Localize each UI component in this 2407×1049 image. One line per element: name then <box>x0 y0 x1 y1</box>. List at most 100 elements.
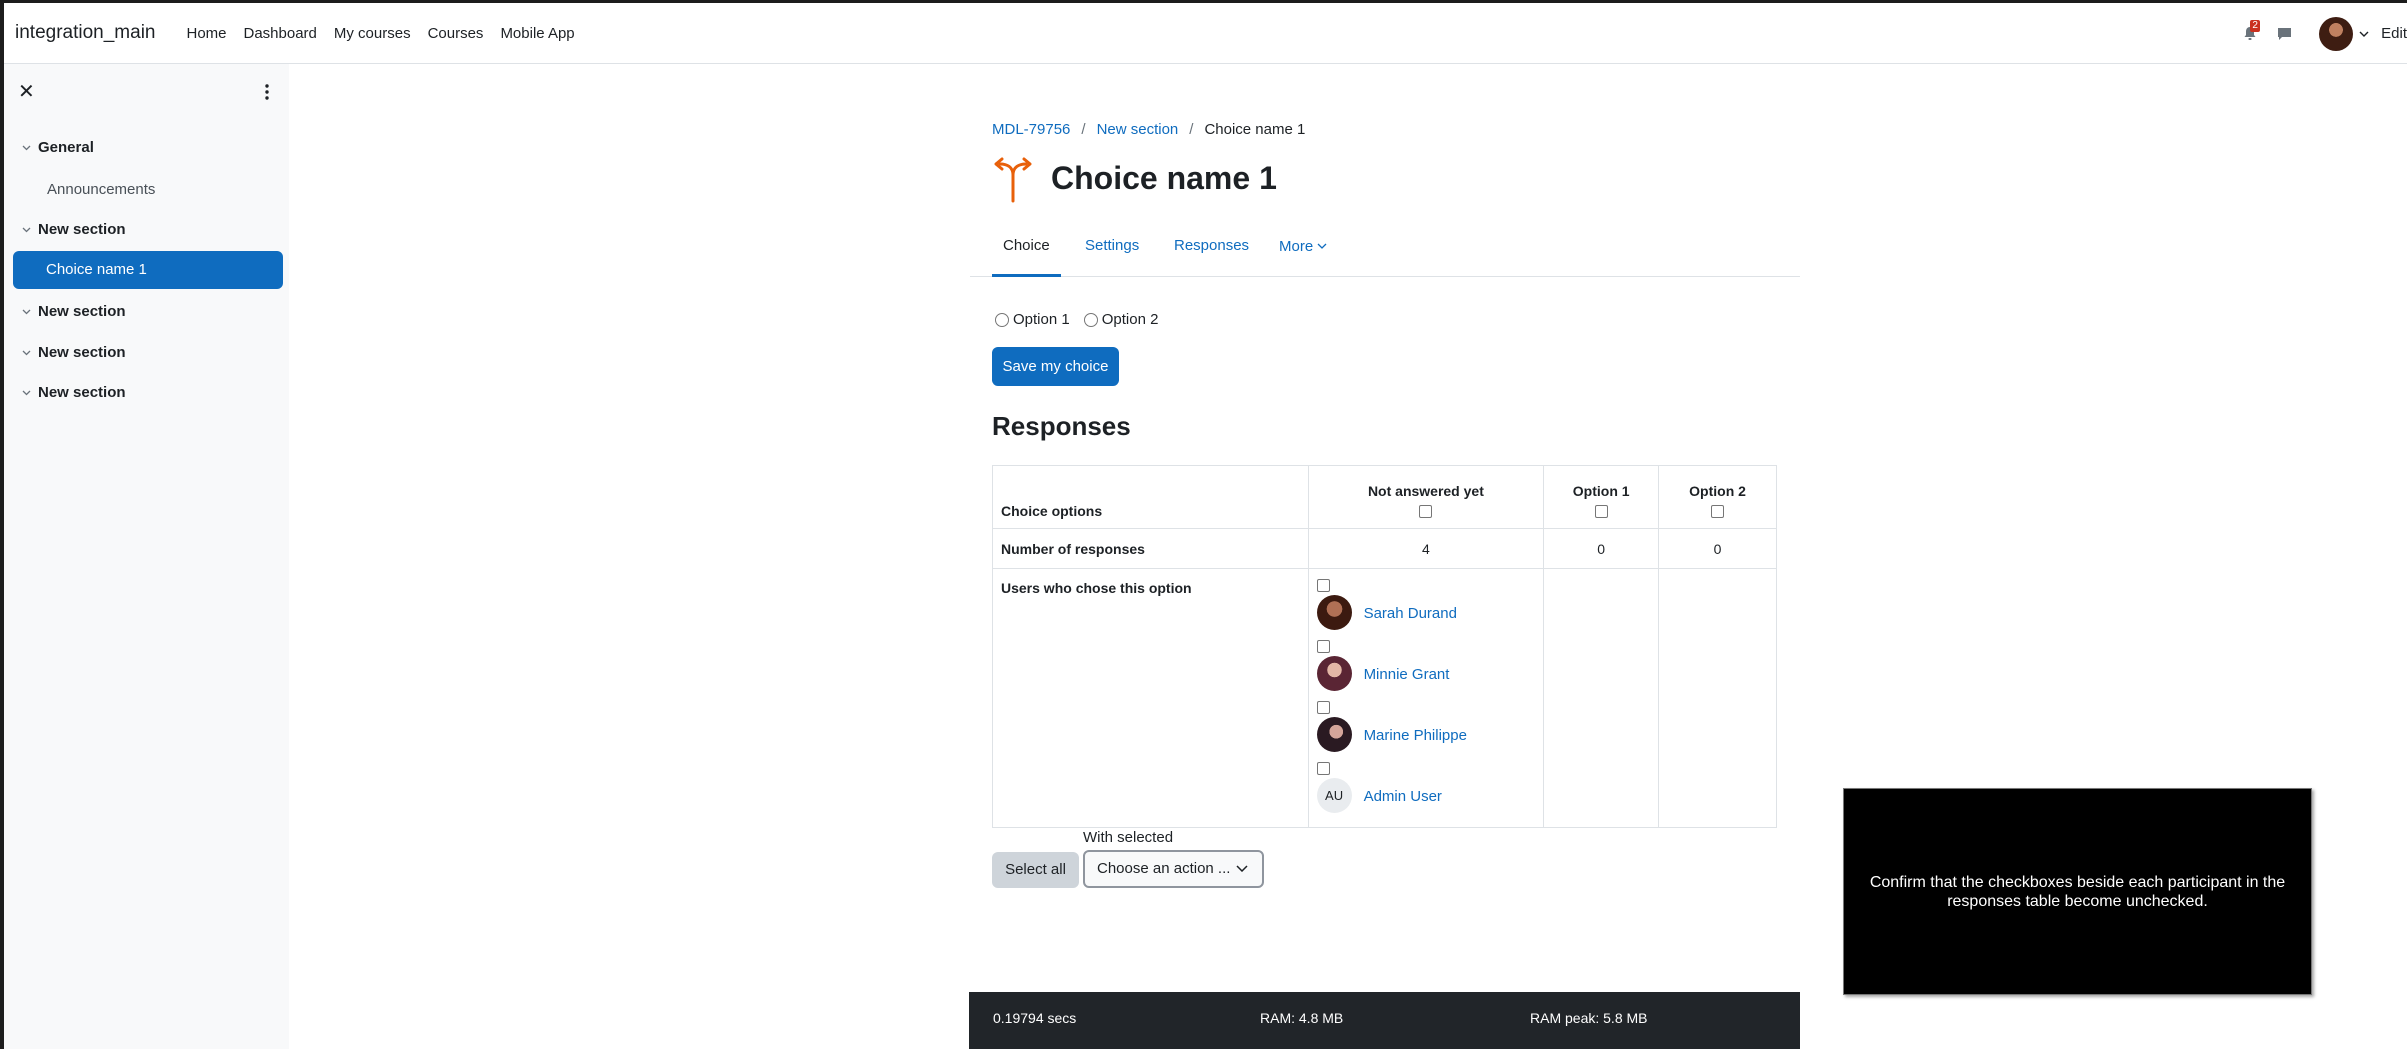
list-item: Marine Philippe <box>1316 701 1544 762</box>
section-label: New section <box>38 344 126 361</box>
users-chose-label: Users who chose this option <box>992 568 1309 828</box>
nav-mobile-app[interactable]: Mobile App <box>500 25 574 42</box>
drawer-section-new-section-3[interactable]: New section <box>22 344 126 361</box>
table-row: Number of responses 4 0 0 <box>992 528 1777 569</box>
user-link[interactable]: Sarah Durand <box>1364 605 1457 622</box>
avatar[interactable] <box>1316 595 1352 630</box>
avatar[interactable]: AU <box>1316 778 1352 813</box>
user-link[interactable]: Marine Philippe <box>1364 727 1467 744</box>
select-all-button[interactable]: Select all <box>992 852 1079 888</box>
chevron-down-icon[interactable] <box>22 350 31 356</box>
drawer-section-new-section-2[interactable]: New section <box>22 303 126 320</box>
breadcrumb-course[interactable]: MDL-79756 <box>992 121 1070 138</box>
chevron-down-icon[interactable] <box>22 145 31 151</box>
nav-home[interactable]: Home <box>186 25 226 42</box>
select-column-checkbox[interactable] <box>1594 505 1608 518</box>
drawer-section-new-section-4[interactable]: New section <box>22 384 126 401</box>
with-selected-label: With selected <box>1083 829 1174 846</box>
user-checkbox[interactable] <box>1316 640 1330 653</box>
option-2-label[interactable]: Option 2 <box>1102 311 1159 328</box>
chevron-down-icon[interactable] <box>22 227 31 233</box>
select-column-checkbox[interactable] <box>1419 505 1433 518</box>
drawer-section-general[interactable]: General <box>22 139 94 156</box>
chevron-down-icon[interactable] <box>22 309 31 315</box>
list-item: Minnie Grant <box>1316 640 1544 701</box>
close-drawer-icon[interactable]: ✕ <box>18 82 38 102</box>
site-brand[interactable]: integration_main <box>15 22 155 44</box>
chevron-down-icon <box>1317 243 1327 249</box>
save-my-choice-button[interactable]: Save my choice <box>992 347 1119 386</box>
nav-courses[interactable]: Courses <box>428 25 484 42</box>
breadcrumb-section[interactable]: New section <box>1097 121 1179 138</box>
window-left-edge <box>0 0 4 1049</box>
message-icon <box>2277 27 2291 40</box>
user-checkbox[interactable] <box>1316 579 1330 592</box>
notification-count-badge: 2 <box>2250 19 2261 32</box>
option-2-radio[interactable] <box>1083 312 1098 327</box>
top-navbar: integration_main Home Dashboard My cours… <box>4 3 2407 64</box>
response-count: 0 <box>1543 528 1660 569</box>
option-2-users <box>1658 568 1777 828</box>
user-checkbox[interactable] <box>1316 762 1330 775</box>
user-checkbox[interactable] <box>1316 701 1330 714</box>
breadcrumb-separator: / <box>1081 121 1086 138</box>
tab-more-label: More <box>1279 237 1314 255</box>
chevron-down-icon[interactable] <box>2359 31 2369 37</box>
choice-activity-icon <box>994 157 1032 203</box>
course-index-drawer: ✕ General Announcements New section Choi… <box>4 64 289 1049</box>
drawer-item-choice-name-1[interactable]: Choice name 1 <box>13 251 283 289</box>
user-avatar[interactable] <box>2319 16 2354 51</box>
drawer-section-new-section-1[interactable]: New section <box>22 221 126 238</box>
notifications-button[interactable]: 2 <box>2233 17 2267 51</box>
number-of-responses-label: Number of responses <box>992 528 1309 569</box>
chevron-down-icon <box>1236 865 1248 872</box>
option-1-users <box>1543 568 1660 828</box>
chevron-down-icon[interactable] <box>22 390 31 396</box>
edit-mode-label[interactable]: Edit <box>2381 25 2407 42</box>
select-value: Choose an action ... <box>1097 860 1231 877</box>
users-list: Sarah Durand Minnie Grant Marine Philipp… <box>1307 568 1545 828</box>
section-label: General <box>38 139 94 156</box>
nav-dashboard[interactable]: Dashboard <box>244 25 317 42</box>
list-item: Sarah Durand <box>1316 579 1544 640</box>
select-column-checkbox[interactable] <box>1711 505 1725 518</box>
instruction-text: Confirm that the checkboxes beside each … <box>1869 873 2286 910</box>
option-1-radio[interactable] <box>995 312 1009 327</box>
table-row: Choice options Not answered yet Option 1… <box>992 465 1777 529</box>
choice-options-label: Choice options <box>992 465 1309 529</box>
column-label: Not answered yet <box>1367 483 1484 499</box>
user-link[interactable]: Admin User <box>1364 788 1442 805</box>
column-header-option-1: Option 1 <box>1543 465 1660 529</box>
tab-settings[interactable]: Settings <box>1085 225 1139 277</box>
nav-my-courses[interactable]: My courses <box>334 25 411 42</box>
responses-table: Choice options Not answered yet Option 1… <box>992 465 1777 828</box>
avatar[interactable] <box>1316 717 1352 752</box>
navbar-user-area: 2 Edit <box>2233 3 2407 64</box>
breadcrumb-current: Choice name 1 <box>1204 121 1306 138</box>
column-label: Option 1 <box>1572 483 1630 499</box>
avatar[interactable] <box>1316 656 1352 691</box>
tab-responses[interactable]: Responses <box>1174 225 1249 277</box>
primary-navigation: Home Dashboard My courses Courses Mobile… <box>186 25 591 42</box>
section-label: New section <box>38 384 126 401</box>
drawer-header: ✕ <box>4 64 289 120</box>
option-1-label[interactable]: Option 1 <box>1013 311 1070 328</box>
footer-ram: RAM: 4.8 MB <box>1260 1010 1344 1026</box>
response-count: 0 <box>1658 528 1777 569</box>
kebab-menu-icon[interactable] <box>257 82 277 102</box>
page-title: Choice name 1 <box>1051 160 1277 196</box>
user-link[interactable]: Minnie Grant <box>1364 666 1450 683</box>
tab-more[interactable]: More <box>1279 225 1327 267</box>
breadcrumb-separator: / <box>1189 121 1194 138</box>
column-label: Option 2 <box>1689 483 1746 499</box>
choice-options: Option 1 Option 2 <box>995 311 1172 328</box>
drawer-item-announcements[interactable]: Announcements <box>47 181 155 198</box>
footer-ram-peak: RAM peak: 5.8 MB <box>1530 1010 1648 1026</box>
tab-choice[interactable]: Choice <box>992 225 1061 277</box>
footer-time: 0.19794 secs <box>993 1010 1077 1026</box>
response-count: 4 <box>1307 528 1545 569</box>
messages-button[interactable] <box>2267 17 2301 51</box>
responses-heading: Responses <box>992 411 1131 441</box>
column-header-not-answered: Not answered yet <box>1307 465 1545 529</box>
bulk-action-select[interactable]: Choose an action ... <box>1083 850 1264 888</box>
